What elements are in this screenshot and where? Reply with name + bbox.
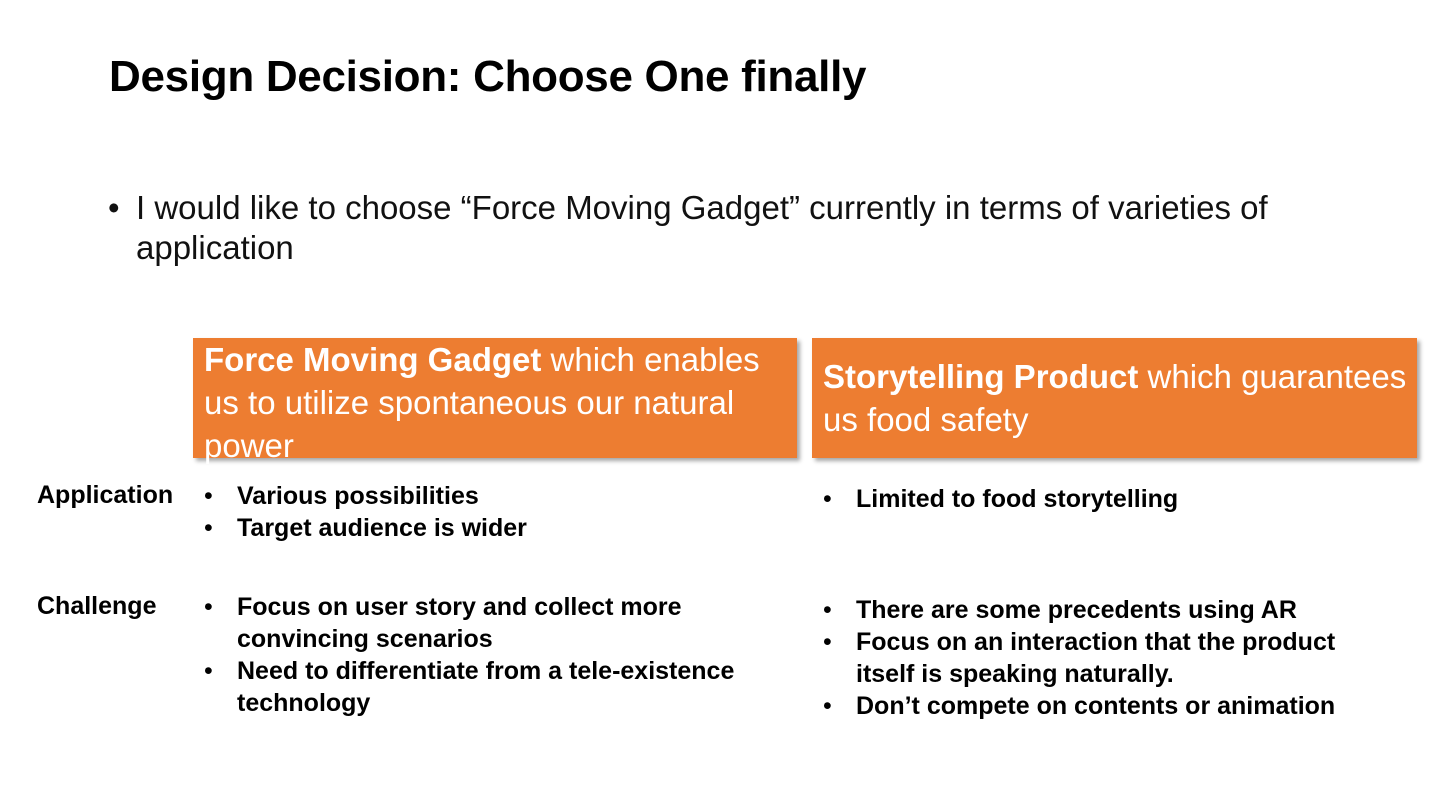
list-item: • Limited to food storytelling [823, 485, 1179, 513]
application-list-force-moving-gadget: • Various possibilities • Target audienc… [204, 480, 784, 544]
option-name: Force Moving Gadget [204, 341, 542, 378]
challenge-list-storytelling-product: • There are some precedents using AR • F… [823, 594, 1383, 722]
list-item: • Various possibilities [204, 482, 479, 510]
bullet-icon: • [204, 482, 213, 510]
bullet-icon: • [204, 514, 213, 542]
bullet-icon: • [204, 593, 213, 621]
row-label-challenge: Challenge [37, 592, 157, 620]
challenge-list-force-moving-gadget: • Focus on user story and collect more c… [204, 591, 784, 719]
application-list-storytelling-product: • Limited to food storytelling [823, 483, 1403, 515]
option-box-force-moving-gadget: Force Moving Gadget which enables us to … [193, 338, 797, 464]
list-item: • Focus on user story and collect more c… [204, 593, 682, 653]
intro-bullet-point: • I would like to choose “Force Moving G… [108, 188, 1328, 268]
list-item: • Need to differentiate from a tele-exis… [204, 657, 735, 717]
list-item: • Focus on an interaction that the produ… [823, 628, 1336, 688]
option-name: Storytelling Product [823, 358, 1139, 395]
row-label-application: Application [37, 481, 174, 509]
bullet-icon: • [108, 189, 120, 226]
bullet-icon: • [823, 596, 832, 624]
list-item: • Don’t compete on contents or animation [823, 692, 1336, 720]
intro-text: I would like to choose “Force Moving Gad… [136, 189, 1268, 266]
bullet-icon: • [823, 628, 832, 656]
bullet-icon: • [823, 485, 832, 513]
list-item: • There are some precedents using AR [823, 596, 1297, 624]
option-box-storytelling-product: Storytelling Product which guarantees us… [812, 338, 1417, 458]
slide-title: Design Decision: Choose One finally [109, 52, 867, 101]
bullet-icon: • [204, 657, 213, 685]
list-item: • Target audience is wider [204, 514, 527, 542]
bullet-icon: • [823, 692, 832, 720]
